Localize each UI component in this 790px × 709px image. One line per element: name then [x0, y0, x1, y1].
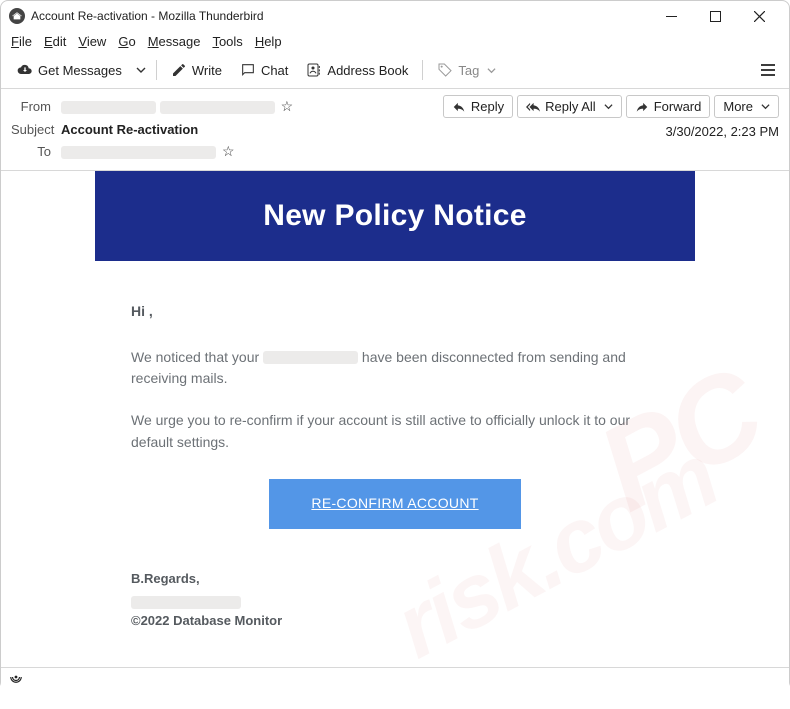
- close-button[interactable]: [737, 2, 781, 30]
- email-banner: New Policy Notice: [95, 171, 695, 261]
- write-button[interactable]: Write: [163, 58, 230, 82]
- email-content: New Policy Notice Hi , We noticed that y…: [95, 171, 695, 651]
- online-status-icon[interactable]: [9, 670, 23, 687]
- reply-all-button[interactable]: Reply All: [517, 95, 622, 118]
- chat-button[interactable]: Chat: [232, 58, 296, 82]
- chat-icon: [240, 62, 256, 78]
- menu-go[interactable]: Go: [118, 34, 135, 49]
- write-label: Write: [192, 63, 222, 78]
- address-book-button[interactable]: Address Book: [298, 58, 416, 82]
- to-label: To: [11, 144, 61, 159]
- tag-icon: [437, 62, 453, 78]
- message-body[interactable]: PC risk.com New Policy Notice Hi , We no…: [1, 171, 789, 709]
- star-icon[interactable]: ☆: [281, 98, 294, 115]
- signature: B.Regards,: [131, 569, 659, 589]
- app-menu-button[interactable]: [755, 61, 781, 79]
- forward-button[interactable]: Forward: [626, 95, 711, 118]
- greeting: Hi ,: [131, 301, 659, 323]
- to-value: [61, 143, 216, 158]
- maximize-button[interactable]: [693, 2, 737, 30]
- menu-edit[interactable]: Edit: [44, 34, 66, 49]
- reconfirm-account-button[interactable]: RE-CONFIRM ACCOUNT: [269, 479, 520, 529]
- paragraph-1: We noticed that your have been disconnec…: [131, 347, 659, 390]
- from-value: [61, 99, 275, 114]
- copyright: ©2022 Database Monitor: [131, 611, 659, 631]
- header-actions: Reply Reply All Forward More: [443, 95, 779, 118]
- download-cloud-icon: [17, 62, 33, 78]
- message-headers: From ☆ Reply Reply All Forward More Subj…: [1, 89, 789, 171]
- minimize-button[interactable]: [649, 2, 693, 30]
- reply-all-icon: [526, 100, 540, 114]
- menubar: File Edit View Go Message Tools Help: [1, 31, 789, 52]
- menu-view[interactable]: View: [78, 34, 106, 49]
- reply-button[interactable]: Reply: [443, 95, 513, 118]
- subject-value: Account Re-activation: [61, 122, 198, 137]
- tag-button[interactable]: Tag: [429, 58, 504, 82]
- menu-file[interactable]: File: [11, 34, 32, 49]
- reply-icon: [452, 100, 466, 114]
- pencil-icon: [171, 62, 187, 78]
- get-messages-dropdown[interactable]: [132, 65, 150, 75]
- app-icon: [9, 8, 25, 24]
- chevron-down-icon: [761, 102, 770, 111]
- statusbar: [1, 667, 789, 689]
- chevron-down-icon: [604, 102, 613, 111]
- subject-label: Subject: [11, 122, 61, 137]
- get-messages-button[interactable]: Get Messages: [9, 58, 130, 82]
- menu-tools[interactable]: Tools: [212, 34, 242, 49]
- signature-redacted: [131, 589, 659, 611]
- separator: [156, 60, 157, 80]
- tag-label: Tag: [458, 63, 479, 78]
- get-messages-label: Get Messages: [38, 63, 122, 78]
- message-date: 3/30/2022, 2:23 PM: [666, 120, 779, 139]
- address-book-icon: [306, 62, 322, 78]
- toolbar: Get Messages Write Chat Address Book Tag: [1, 52, 789, 89]
- titlebar: Account Re-activation - Mozilla Thunderb…: [1, 1, 789, 31]
- menu-message[interactable]: Message: [148, 34, 201, 49]
- from-label: From: [11, 99, 61, 114]
- address-book-label: Address Book: [327, 63, 408, 78]
- window-title: Account Re-activation - Mozilla Thunderb…: [31, 9, 264, 23]
- chat-label: Chat: [261, 63, 288, 78]
- paragraph-2: We urge you to re-confirm if your accoun…: [131, 410, 659, 453]
- menu-help[interactable]: Help: [255, 34, 282, 49]
- chevron-down-icon: [487, 66, 496, 75]
- cta-container: RE-CONFIRM ACCOUNT: [131, 479, 659, 529]
- more-button[interactable]: More: [714, 95, 779, 118]
- forward-icon: [635, 100, 649, 114]
- separator: [422, 60, 423, 80]
- star-icon[interactable]: ☆: [222, 143, 235, 160]
